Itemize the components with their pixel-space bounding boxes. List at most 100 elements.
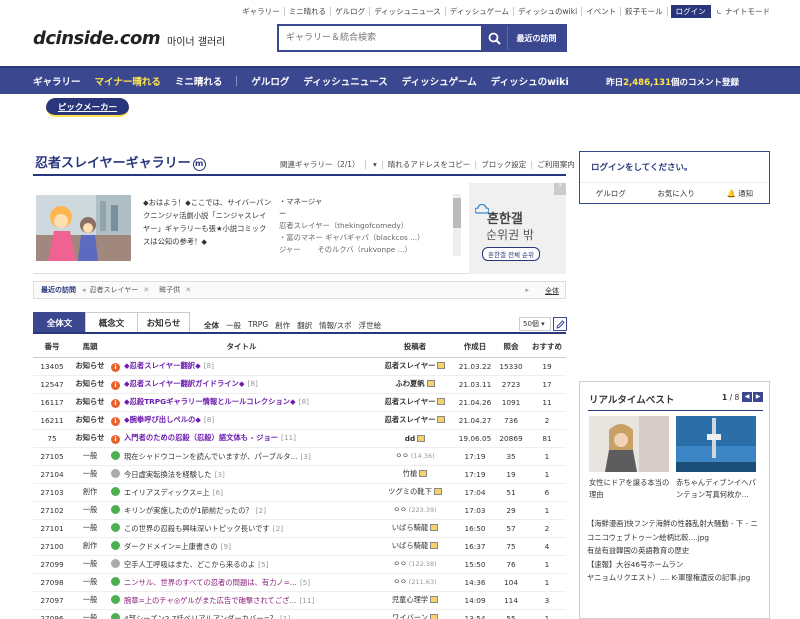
post-row[interactable]: 75 お知らせ i 入門者のための忍殺（忍殺）語文体も - ジョー [11] dd 19.0… <box>33 429 566 448</box>
nav-gallog[interactable]: ゲルログ <box>251 74 289 88</box>
post-title[interactable]: 入門者のための忍殺（忍殺）語文体も - ジョー <box>124 433 278 442</box>
top-link-gallery[interactable]: ギャラリー <box>238 7 285 16</box>
post-title[interactable]: ダークドメイン=上康書きの <box>124 542 218 551</box>
post-title[interactable]: 腕章=上のチャ◎ゲルがまた広告で砲撃されてござ... <box>124 596 296 605</box>
post-title[interactable]: ニンサル、世界のすべての忍者の問題は、有力ノ=... <box>124 578 297 587</box>
post-title-cell[interactable]: i ◆忍殺TRPGギャラリー情報とルールコレクション◆ [8] <box>109 393 374 412</box>
post-writer-cell[interactable]: ワイバーン <box>374 609 456 619</box>
top-link-game[interactable]: ディッシュゲーム <box>446 7 515 16</box>
nav-minor-gallery[interactable]: マイナー晴れる <box>95 74 161 88</box>
post-row[interactable]: 27101 一般 この世界の忍殺も興味深いトピック長いです [2] いばら騎龍 16:50… <box>33 519 566 538</box>
comment-count[interactable]: [8] <box>204 361 214 370</box>
post-writer-cell[interactable]: いばら騎龍 <box>374 537 456 556</box>
best-caption[interactable]: 女性にドアを譲る本当の理由 <box>589 477 671 501</box>
post-title-cell[interactable]: i ◆忍者スレイヤー翻訳ガイドライン◆ [8] <box>109 375 374 394</box>
top-link-gallog[interactable]: ゲルログ <box>331 7 371 16</box>
post-writer[interactable]: ふわ夏帆 <box>395 379 424 388</box>
post-title-cell[interactable]: キリンが実施したのが1節前だったの？ [2] <box>109 501 374 520</box>
nav-game[interactable]: ディッシュゲーム <box>402 74 477 88</box>
head-filter-trpg[interactable]: TRPG <box>248 320 268 331</box>
post-writer[interactable]: ㅇㅇ <box>395 451 408 460</box>
post-writer[interactable]: dd <box>405 434 415 443</box>
post-writer-cell[interactable]: 忍者スレイヤー <box>374 357 456 376</box>
login-button[interactable]: ログイン <box>670 5 711 18</box>
nav-mini-gallery[interactable]: ミニ晴れる <box>175 74 223 88</box>
manager-line[interactable]: ジャー そのルクバ（rukvonpe ...） <box>279 244 447 256</box>
post-row[interactable]: 12547 お知らせ i ◆忍者スレイヤー翻訳ガイドライン◆ [8] ふわ夏帆 21.03.… <box>33 375 566 394</box>
head-filter-ukiyoe[interactable]: 浮世絵 <box>359 320 382 331</box>
comment-count[interactable]: [5] <box>258 560 268 569</box>
post-title-cell[interactable]: 腕章=上のチャ◎ゲルがまた広告で砲撃されてござ... [11] <box>109 591 374 610</box>
post-title-cell[interactable]: i ◆腕拳呼び出しペルの◆ [8] <box>109 411 374 430</box>
best-caption[interactable]: 赤ちゃんディブンイヘパンテョン写真何枚か... <box>676 477 758 501</box>
post-title-cell[interactable]: i ◆忍者スレイヤー翻訳◆ [8] <box>109 357 374 376</box>
post-writer-cell[interactable]: ふわ夏帆 <box>374 375 456 394</box>
login-prompt[interactable]: ログインをしてください。 <box>591 161 693 173</box>
post-writer[interactable]: 忍者スレイヤー <box>385 397 436 406</box>
post-row[interactable]: 27100 創作 ダークドメイン=上康書きの [9] いばら騎龍 16:37 75 4 <box>33 537 566 556</box>
post-title-cell[interactable]: 4部シーズン2 7話ベリアルアンダーカバー=？ [1] <box>109 609 374 619</box>
post-title[interactable]: この世界の忍殺も興味深いトピック長いです <box>124 524 270 533</box>
post-writer-cell[interactable]: dd <box>374 429 456 448</box>
close-icon[interactable]: ✕ <box>143 286 149 294</box>
tab-concept-posts[interactable]: 概念文 <box>85 312 138 332</box>
head-filter-all[interactable]: 全体 <box>204 320 219 331</box>
post-row[interactable]: 27103 創作 エイリアスディックス=上 [6] ツグミの靴下 17:04 51 6 <box>33 483 566 502</box>
post-title-cell[interactable]: ニンサル、世界のすべての忍者の問題は、有力ノ=... [5] <box>109 573 374 592</box>
site-logo[interactable]: dcinside.com <box>33 28 161 49</box>
post-row[interactable]: 27105 一般 現在シャドウコーンを読んでいますが、パーブルタ... [3] ㅇㅇ (1… <box>33 447 566 466</box>
post-writer-cell[interactable]: ㅇㅇ (223.39) <box>374 501 456 520</box>
top-link-mini[interactable]: ミニ晴れる <box>285 7 332 16</box>
comment-count[interactable]: [2] <box>273 524 283 533</box>
post-writer[interactable]: ㅇㅇ <box>393 577 406 586</box>
close-icon[interactable]: ✕ <box>185 286 191 294</box>
post-title-cell[interactable]: 現在シャドウコーンを読んでいますが、パーブルタ... [3] <box>109 447 374 466</box>
post-title-cell[interactable]: i 入門者のための忍殺（忍殺）語文体も - ジョー [11] <box>109 429 374 448</box>
comment-count[interactable]: [5] <box>300 578 310 587</box>
post-writer-cell[interactable]: 忍者スレイヤー <box>374 411 456 430</box>
next-page-button[interactable]: ▶ <box>753 392 763 402</box>
post-writer-cell[interactable]: いばら騎龍 <box>374 519 456 538</box>
notification-link[interactable]: 🔔 通知 <box>726 188 753 199</box>
ranking-all-button[interactable]: 혼한갤 전체 순위 <box>482 247 540 261</box>
search-button[interactable] <box>481 26 507 50</box>
best-news-item[interactable]: ヤニョムリクエスト）.... K-軍服権遺反の記事.jpg <box>587 571 765 585</box>
post-writer-cell[interactable]: ㅇㅇ (211.63) <box>374 573 456 592</box>
best-news-item[interactable]: 【速報】大谷46号ホームラン <box>587 558 765 572</box>
favorites-link[interactable]: お気に入り <box>657 188 695 199</box>
post-writer[interactable]: ㅇㅇ <box>393 559 406 568</box>
head-filter-translation[interactable]: 翻訳 <box>297 320 312 331</box>
post-title-cell[interactable]: エイリアスディックス=上 [6] <box>109 483 374 502</box>
comment-count[interactable]: [1] <box>280 614 290 619</box>
prev-arrow-icon[interactable]: ◂ <box>82 286 86 294</box>
post-title-cell[interactable]: ダークドメイン=上康書きの [9] <box>109 537 374 556</box>
post-title[interactable]: キリンが実施したのが1節前だったの？ <box>124 506 253 515</box>
comment-count[interactable]: [3] <box>300 452 310 461</box>
search-input[interactable] <box>279 26 481 50</box>
post-writer-cell[interactable]: ツグミの靴下 <box>374 483 456 502</box>
next-arrow-icon[interactable]: ▸ <box>525 286 529 294</box>
head-filter-creation[interactable]: 創作 <box>275 320 290 331</box>
comment-count[interactable]: [3] <box>215 470 225 479</box>
head-filter-info[interactable]: 情報/スポ <box>319 320 352 331</box>
post-title[interactable]: 現在シャドウコーンを読んでいますが、パーブルタ... <box>124 452 297 461</box>
recent-visit-item[interactable]: 忍者スレイヤー ✕ <box>90 285 150 295</box>
post-title[interactable]: 4部シーズン2 7話ベリアルアンダーカバー=？ <box>124 614 277 619</box>
post-row[interactable]: 16117 お知らせ i ◆忍殺TRPGギャラリー情報とルールコレクション◆ [8] 忍者… <box>33 393 566 412</box>
post-row[interactable]: 27096 一般 4部シーズン2 7話ベリアルアンダーカバー=？ [1] ワイバーン 13… <box>33 609 566 619</box>
post-title[interactable]: エイリアスディックス=上 <box>124 488 210 497</box>
copy-address-link[interactable]: 晴れるアドレスをコピー <box>383 161 477 169</box>
gallery-ranking-banner[interactable]: ? 혼한갤 순위권 밖 혼한갤 전체 순위 <box>469 183 566 274</box>
block-settings-link[interactable]: ブロック設定 <box>476 161 533 169</box>
post-title-cell[interactable]: 今日虚実転換法を経験した [3] <box>109 465 374 484</box>
post-row[interactable]: 27099 一般 空手人工呼吸はまた、どこから来るのよ [5] ㅇㅇ (122.38) 15… <box>33 555 566 574</box>
post-title-cell[interactable]: この世界の忍殺も興味深いトピック長いです [2] <box>109 519 374 538</box>
scrollbar-thumb[interactable] <box>453 198 461 228</box>
best-thumbnail[interactable] <box>676 416 756 472</box>
comment-count[interactable]: [2] <box>256 506 266 515</box>
night-mode-toggle[interactable]: ⏾ ナイトモード <box>717 6 770 17</box>
recent-visits-button[interactable]: 最近の訪問 <box>507 26 565 50</box>
best-thumbnail[interactable] <box>589 416 669 472</box>
post-writer[interactable]: いばら騎龍 <box>392 541 428 550</box>
recent-visit-item[interactable]: 眸子供 ✕ <box>159 285 191 295</box>
